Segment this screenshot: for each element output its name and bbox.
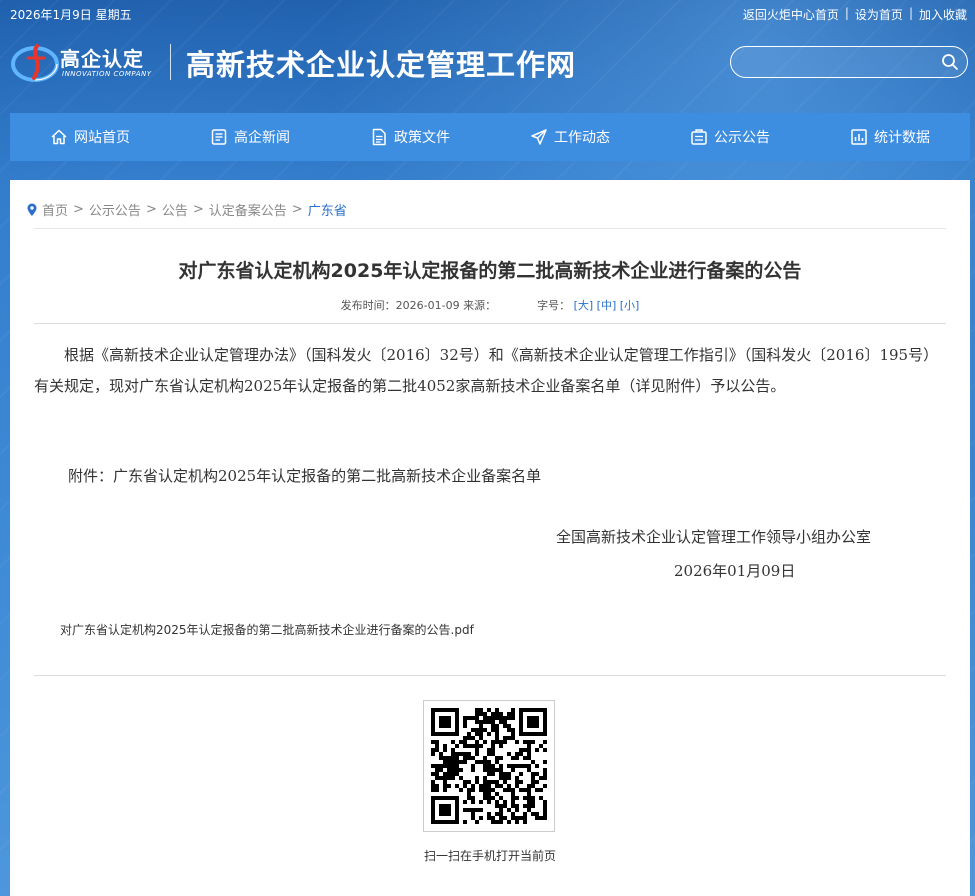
separator: | bbox=[908, 6, 913, 20]
signature: 全国高新技术企业认定管理工作领导小组办公室 bbox=[556, 528, 872, 546]
font-small-button[interactable]: [小] bbox=[620, 299, 640, 312]
breadcrumb-separator: > bbox=[145, 202, 157, 217]
nav-item-policy[interactable]: 政策文件 bbox=[330, 113, 490, 161]
nav-label: 高企新闻 bbox=[234, 130, 290, 146]
set-homepage-link[interactable]: 设为首页 bbox=[855, 6, 903, 23]
qr-code-icon bbox=[431, 708, 547, 824]
nav-item-news[interactable]: 高企新闻 bbox=[170, 113, 330, 161]
header-divider bbox=[170, 44, 171, 80]
breadcrumb-announcement[interactable]: 公告 bbox=[162, 200, 188, 219]
nav-label: 政策文件 bbox=[394, 130, 450, 146]
top-links: 返回火炬中心首页 | 设为首页 | 加入收藏 bbox=[743, 6, 967, 23]
breadcrumb-separator: > bbox=[192, 202, 204, 217]
notice-icon bbox=[691, 129, 707, 145]
search-box bbox=[730, 46, 968, 78]
logo-subtext: INNOVATION COMPANY bbox=[62, 70, 152, 78]
chart-icon bbox=[851, 129, 867, 145]
document-icon bbox=[372, 128, 386, 146]
nav-label: 统计数据 bbox=[874, 130, 930, 146]
breadcrumb-filing[interactable]: 认定备案公告 bbox=[209, 200, 287, 219]
add-favorite-link[interactable]: 加入收藏 bbox=[919, 6, 967, 23]
breadcrumb-home[interactable]: 首页 bbox=[42, 200, 68, 219]
location-pin-icon bbox=[27, 203, 37, 216]
divider bbox=[34, 675, 946, 676]
logo-mark-icon[interactable] bbox=[10, 38, 60, 86]
nav-label: 工作动态 bbox=[554, 130, 610, 146]
main-nav: 网站首页 高企新闻 政策文件 工作动态 公示公告 统计数据 bbox=[10, 113, 970, 161]
nav-item-work[interactable]: 工作动态 bbox=[490, 113, 650, 161]
nav-label: 公示公告 bbox=[714, 130, 770, 146]
site-title: 高新技术企业认定管理工作网 bbox=[186, 48, 577, 82]
search-input[interactable] bbox=[743, 51, 937, 75]
nav-label: 网站首页 bbox=[74, 130, 130, 146]
breadcrumb-current[interactable]: 广东省 bbox=[308, 200, 347, 219]
publish-info: 发布时间：2026-01-09 来源： bbox=[340, 299, 497, 312]
search-icon[interactable] bbox=[941, 53, 959, 71]
article-body: 根据《高新技术企业认定管理办法》（国科发火〔2016〕32号）和《高新技术企业认… bbox=[34, 340, 946, 402]
pdf-attachment-link[interactable]: 对广东省认定机构2025年认定报备的第二批高新技术企业进行备案的公告.pdf bbox=[60, 621, 474, 638]
breadcrumb-separator: > bbox=[73, 202, 84, 217]
content-panel: 首页 > 公示公告 > 公告 > 认定备案公告 > 广东省 对广东省认定机构20… bbox=[10, 180, 970, 896]
attachment-note: 附件：广东省认定机构2025年认定报备的第二批高新技术企业备案名单 bbox=[68, 467, 542, 485]
news-icon bbox=[211, 129, 227, 145]
current-date: 2026年1月9日 星期五 bbox=[10, 8, 132, 22]
font-medium-button[interactable]: [中] bbox=[597, 299, 617, 312]
divider bbox=[34, 323, 946, 324]
nav-item-stats[interactable]: 统计数据 bbox=[810, 113, 970, 161]
breadcrumb-separator: > bbox=[291, 202, 303, 217]
article-paragraph: 根据《高新技术企业认定管理办法》（国科发火〔2016〕32号）和《高新技术企业认… bbox=[34, 346, 939, 395]
breadcrumb-notices[interactable]: 公示公告 bbox=[89, 200, 141, 219]
nav-item-home[interactable]: 网站首页 bbox=[10, 113, 170, 161]
breadcrumb: 首页 > 公示公告 > 公告 > 认定备案公告 > 广东省 bbox=[26, 200, 347, 219]
top-bar: 2026年1月9日 星期五 返回火炬中心首页 | 设为首页 | 加入收藏 bbox=[0, 0, 975, 26]
article-title: 对广东省认定机构2025年认定报备的第二批高新技术企业进行备案的公告 bbox=[178, 260, 802, 282]
qr-caption: 扫一扫在手机打开当前页 bbox=[423, 849, 556, 863]
return-home-link[interactable]: 返回火炬中心首页 bbox=[743, 6, 839, 23]
separator: | bbox=[844, 6, 849, 20]
divider bbox=[34, 228, 946, 229]
home-icon bbox=[51, 129, 67, 145]
nav-item-notice[interactable]: 公示公告 bbox=[650, 113, 810, 161]
article-meta: 发布时间：2026-01-09 来源： 字号： [大] [中] [小] bbox=[10, 297, 970, 313]
send-icon bbox=[531, 129, 547, 145]
qr-code bbox=[423, 700, 555, 832]
logo-text: 高企认定 bbox=[60, 47, 144, 71]
font-size-label: 字号： bbox=[537, 299, 571, 312]
signature-date: 2026年01月09日 bbox=[674, 562, 796, 580]
font-large-button[interactable]: [大] bbox=[574, 299, 594, 312]
